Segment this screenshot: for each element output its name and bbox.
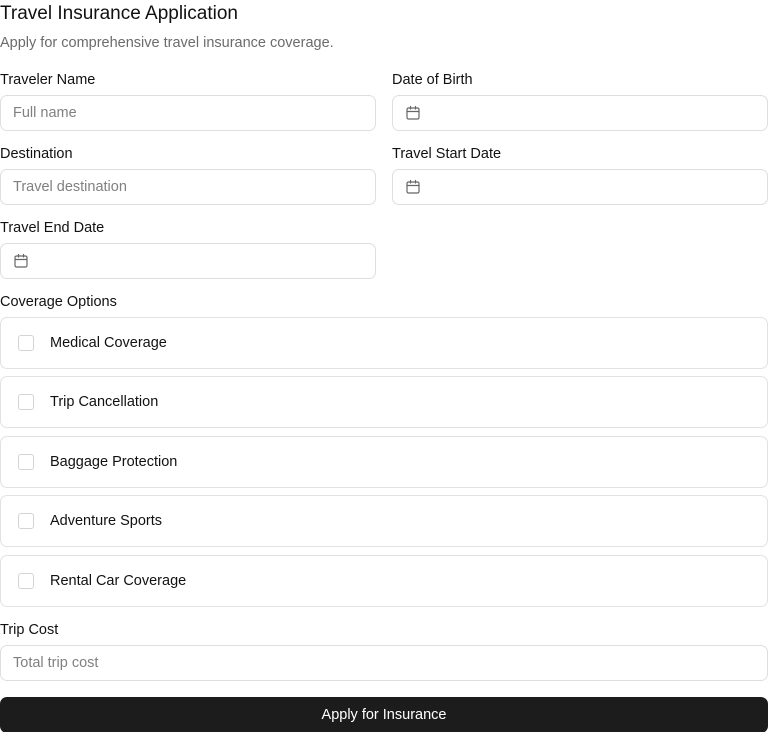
date-of-birth-input[interactable]: [392, 95, 768, 131]
coverage-option-baggage[interactable]: Baggage Protection: [0, 436, 768, 488]
destination-label: Destination: [0, 146, 73, 162]
page-subtitle: Apply for comprehensive travel insurance…: [0, 35, 334, 51]
coverage-option-medical[interactable]: Medical Coverage: [0, 317, 768, 369]
coverage-option-trip-cancellation[interactable]: Trip Cancellation: [0, 376, 768, 428]
checkbox[interactable]: [18, 454, 34, 470]
travel-end-date-input[interactable]: [0, 243, 376, 279]
destination-input[interactable]: Travel destination: [0, 169, 376, 205]
travel-end-date-label: Travel End Date: [0, 220, 105, 236]
coverage-option-rental-car[interactable]: Rental Car Coverage: [0, 555, 768, 607]
travel-start-date-label: Travel Start Date: [392, 146, 502, 162]
coverage-option-label: Medical Coverage: [50, 335, 167, 351]
travel-insurance-form: Travel Insurance Application Apply for c…: [0, 0, 768, 732]
page-title: Travel Insurance Application: [0, 3, 238, 24]
calendar-icon: [405, 105, 421, 121]
checkbox[interactable]: [18, 394, 34, 410]
coverage-option-label: Rental Car Coverage: [50, 573, 187, 589]
coverage-option-label: Trip Cancellation: [50, 394, 159, 410]
checkbox[interactable]: [18, 335, 34, 351]
trip-cost-placeholder: Total trip cost: [13, 655, 99, 671]
traveler-name-input[interactable]: Full name: [0, 95, 376, 131]
coverage-option-adventure-sports[interactable]: Adventure Sports: [0, 495, 768, 547]
checkbox[interactable]: [18, 513, 34, 529]
apply-for-insurance-button[interactable]: Apply for Insurance: [0, 697, 768, 732]
checkbox[interactable]: [18, 573, 34, 589]
destination-placeholder: Travel destination: [13, 179, 127, 195]
traveler-name-placeholder: Full name: [13, 105, 77, 121]
calendar-icon: [13, 253, 29, 269]
travel-start-date-input[interactable]: [392, 169, 768, 205]
trip-cost-input[interactable]: Total trip cost: [0, 645, 768, 681]
traveler-name-label: Traveler Name: [0, 72, 96, 88]
coverage-option-label: Adventure Sports: [50, 513, 163, 529]
coverage-options-label: Coverage Options: [0, 294, 117, 310]
coverage-option-label: Baggage Protection: [50, 454, 178, 470]
date-of-birth-label: Date of Birth: [392, 72, 473, 88]
calendar-icon: [405, 179, 421, 195]
trip-cost-label: Trip Cost: [0, 622, 59, 638]
